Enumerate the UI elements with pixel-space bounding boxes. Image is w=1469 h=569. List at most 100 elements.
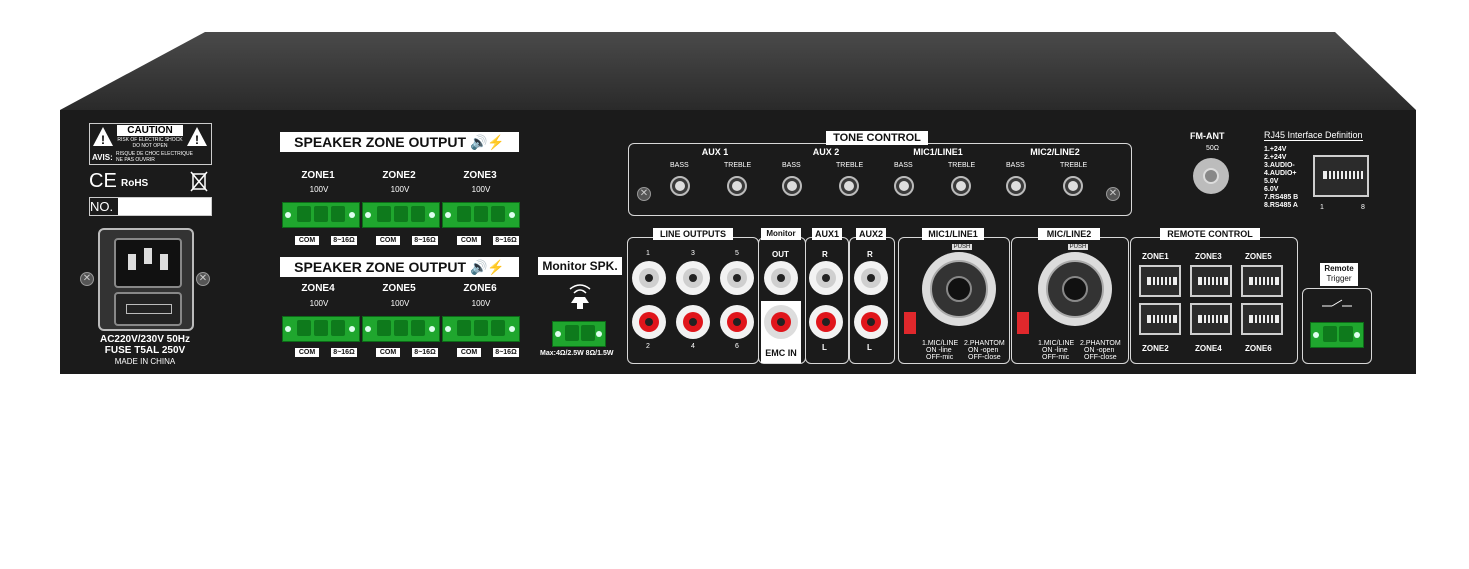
ce-mark: CE	[89, 170, 117, 192]
ohm-label: 8~16Ω	[412, 348, 438, 357]
aux1-l-jack[interactable]	[809, 305, 843, 339]
line-out-1-jack[interactable]	[632, 261, 666, 295]
aux1-treble-knob[interactable]	[727, 176, 747, 196]
zone1-label: ZONE1	[301, 170, 335, 181]
zone4-label: ZONE4	[301, 283, 335, 294]
rj45-pin-last: 8	[1361, 204, 1365, 211]
voltage-label: 100V	[309, 185, 329, 194]
speaker-icon	[569, 284, 591, 309]
screw-icon: ✕	[80, 272, 94, 286]
line-out-2-jack[interactable]	[632, 305, 666, 339]
ohm-label: 8~16Ω	[331, 348, 357, 357]
rc-zone4-label: ZONE4	[1195, 344, 1222, 353]
zone6-label: ZONE6	[463, 283, 497, 294]
aux1-r-label: R	[822, 250, 828, 259]
rc-zone2-label: ZONE2	[1142, 344, 1169, 353]
speaker-output-title-bottom: SPEAKER ZONE OUTPUT 🔊⚡	[280, 257, 519, 277]
aux2-l-label: L	[867, 343, 872, 352]
line-out-3-jack[interactable]	[676, 261, 710, 295]
rc-zone4-port[interactable]	[1190, 303, 1232, 335]
rj45-pin-5: 5.0V	[1264, 178, 1279, 185]
iec-socket	[114, 238, 182, 288]
voltage-label: 100V	[471, 185, 491, 194]
screw-icon: ✕	[1106, 187, 1120, 201]
mic2-title: MIC/LINE2	[1038, 228, 1100, 240]
warning-icon: !	[93, 127, 113, 147]
fuse-holder[interactable]	[114, 292, 182, 326]
warning-icon: !	[187, 127, 207, 147]
rj45-def-title: RJ45 Interface Definition	[1264, 130, 1363, 141]
mic1-note3: OFF-mic	[926, 354, 954, 361]
rc-zone6-port[interactable]	[1241, 303, 1283, 335]
aux2-r-label: R	[867, 250, 873, 259]
emc-in-jack[interactable]	[764, 305, 798, 339]
aux2-bass-knob[interactable]	[782, 176, 802, 196]
serial-label: NO.	[90, 198, 118, 215]
rc-zone5-port[interactable]	[1241, 265, 1283, 297]
aux2-l-jack[interactable]	[854, 305, 888, 339]
aux2-r-jack[interactable]	[854, 261, 888, 295]
ohm-label: 8~16Ω	[493, 348, 519, 357]
mic2-bass-knob[interactable]	[1006, 176, 1026, 196]
mic2-dip-switch[interactable]	[1017, 312, 1029, 334]
speaker-terminal-zone2[interactable]	[362, 202, 440, 228]
line-out-2-label: 2	[646, 343, 650, 350]
com-label: COM	[457, 348, 481, 357]
speaker-icon: 🔊⚡	[469, 259, 505, 275]
com-label: COM	[376, 348, 400, 357]
fm-ant-ohm: 50Ω	[1206, 145, 1220, 152]
zone3-label: ZONE3	[463, 170, 497, 181]
mic1-dip-switch[interactable]	[904, 312, 916, 334]
monitor-out-jack[interactable]	[764, 261, 798, 295]
aux1-bass-knob[interactable]	[670, 176, 690, 196]
mic1-xlr-combo-jack[interactable]	[922, 252, 996, 326]
speaker-terminal-zone6[interactable]	[442, 316, 520, 342]
speaker-terminal-zone3[interactable]	[442, 202, 520, 228]
rc-zone5-label: ZONE5	[1245, 252, 1272, 261]
monitor-spk-terminal[interactable]	[552, 321, 606, 347]
monitor-title: Monitor	[761, 228, 801, 240]
com-label: COM	[295, 348, 319, 357]
rc-zone1-port[interactable]	[1139, 265, 1181, 297]
monitor-spk-spec: Max:4Ω/2.5W 8Ω/1.5W	[540, 350, 614, 357]
tone-group-aux1: AUX 1	[701, 147, 729, 157]
aux1-r-jack[interactable]	[809, 261, 843, 295]
mic2-xlr-combo-jack[interactable]	[1038, 252, 1112, 326]
fm-ant-connector[interactable]	[1193, 158, 1229, 194]
rj45-pin-3: 3.AUDIO-	[1264, 162, 1295, 169]
power-inlet	[98, 228, 194, 331]
emc-in-label: EMC IN	[765, 348, 797, 358]
treble-label: TREBLE	[948, 162, 976, 169]
remote-trigger-terminal[interactable]	[1310, 322, 1364, 348]
rc-zone1-label: ZONE1	[1142, 252, 1169, 261]
aux2-treble-knob[interactable]	[839, 176, 859, 196]
speaker-terminal-zone1[interactable]	[282, 202, 360, 228]
line-out-4-jack[interactable]	[676, 305, 710, 339]
avis-line2: NE PAS OUVRIR	[116, 157, 155, 163]
ohm-label: 8~16Ω	[493, 236, 519, 245]
com-label: COM	[295, 236, 319, 245]
mic2-treble-knob[interactable]	[1063, 176, 1083, 196]
rj45-pin-first: 1	[1320, 204, 1324, 211]
aux2-title: AUX2	[856, 228, 886, 240]
monitor-spk-title: Monitor SPK.	[538, 257, 622, 275]
treble-label: TREBLE	[1060, 162, 1088, 169]
voltage-label: 100V	[390, 299, 410, 308]
mic2-note3: OFF-mic	[1042, 354, 1070, 361]
zone5-label: ZONE5	[382, 283, 416, 294]
line-out-5-label: 5	[735, 250, 739, 257]
line-out-1-label: 1	[646, 250, 650, 257]
mic1-treble-knob[interactable]	[951, 176, 971, 196]
ohm-label: 8~16Ω	[412, 236, 438, 245]
switch-icon	[1322, 299, 1352, 307]
rc-zone3-port[interactable]	[1190, 265, 1232, 297]
aux1-l-label: L	[822, 343, 827, 352]
speaker-terminal-zone4[interactable]	[282, 316, 360, 342]
com-label: COM	[376, 236, 400, 245]
rc-zone2-port[interactable]	[1139, 303, 1181, 335]
aux1-title: AUX1	[812, 228, 842, 240]
line-out-5-jack[interactable]	[720, 261, 754, 295]
mic1-bass-knob[interactable]	[894, 176, 914, 196]
speaker-terminal-zone5[interactable]	[362, 316, 440, 342]
line-out-6-jack[interactable]	[720, 305, 754, 339]
